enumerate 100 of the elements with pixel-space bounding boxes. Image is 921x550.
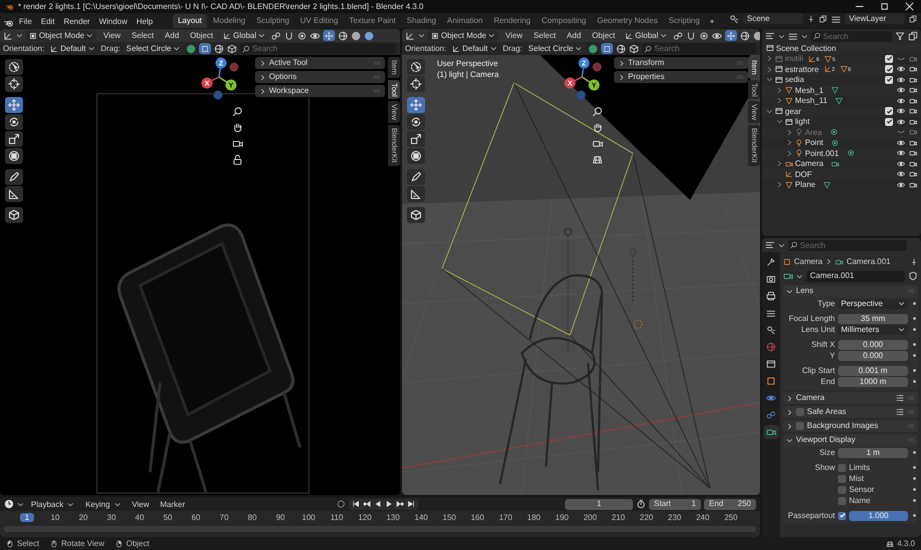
menu-item[interactable]: Keying (81, 498, 125, 511)
checkbox-label[interactable]: Limits (838, 462, 908, 472)
menu-item[interactable]: File (15, 15, 36, 28)
current-frame-marker[interactable]: 1 (20, 512, 34, 522)
add-workspace-button[interactable]: + (706, 15, 718, 28)
datablock-field[interactable]: Camera.001 (806, 270, 905, 282)
mode-dropdown[interactable]: Object Mode (428, 30, 498, 41)
number-field[interactable]: 0.001 m (838, 366, 908, 376)
workspace-tab[interactable]: Layout (172, 14, 207, 28)
section-header[interactable]: Lens (783, 285, 918, 297)
menu-item[interactable]: Select (530, 29, 560, 42)
workspace-tab[interactable]: Geometry Nodes (592, 14, 663, 28)
menu-item[interactable]: View (99, 29, 125, 42)
search-field[interactable]: Search (642, 43, 757, 54)
frame-number: 250 (724, 512, 738, 522)
viewport-info-text: (1) light | Camera (437, 70, 499, 80)
tree-item-label[interactable]: Camera (795, 159, 824, 168)
checkbox-label[interactable]: Sensor (838, 484, 908, 494)
section-header[interactable]: Camera (783, 392, 918, 404)
menu-item[interactable]: Object (588, 29, 620, 42)
transform-dropdown[interactable]: Global (220, 30, 268, 41)
tree-item-label[interactable]: Point (805, 138, 824, 148)
field-label: Y (828, 350, 835, 360)
workspace-tab[interactable]: Shading (402, 14, 442, 28)
panel-header[interactable]: Workspace (255, 85, 385, 97)
number-field[interactable]: 1000 m (838, 376, 908, 386)
orientation-label: Orientation: (405, 44, 446, 54)
workspace-tab[interactable]: Sculpting (251, 14, 294, 28)
number-field[interactable]: 0.000 (838, 350, 908, 360)
search-field[interactable]: Search (811, 30, 892, 42)
section-header[interactable]: Viewport Display (783, 434, 918, 446)
menu-item[interactable]: Window (94, 15, 132, 28)
number-field[interactable]: 0.000 (838, 340, 908, 350)
frame-number: 70 (218, 512, 230, 522)
menu-item[interactable]: Edit (36, 15, 59, 28)
menu-item[interactable]: Render (60, 15, 94, 28)
menu-item[interactable]: View (501, 29, 527, 42)
tree-item-label[interactable]: sedia (785, 75, 804, 84)
workspace-tab[interactable]: Scripting (664, 14, 705, 28)
workspace-tab[interactable]: Texture Paint (344, 14, 401, 28)
field-label: Focal Length (788, 314, 835, 324)
status-hint: Select (17, 538, 40, 548)
dropdown-field[interactable]: Perspective (838, 298, 908, 308)
transform-dropdown[interactable]: Global (622, 30, 670, 41)
start-frame-field[interactable]: Start 1 (649, 498, 701, 510)
frame-number: 20 (78, 512, 89, 522)
section-header[interactable]: Safe Areas (783, 406, 918, 418)
frame-number: 240 (696, 512, 710, 522)
frame-number: 80 (246, 512, 258, 522)
scene-field[interactable]: Scene (743, 13, 803, 24)
frame-number: 140 (414, 512, 428, 522)
tree-item-label[interactable]: Plane (795, 180, 816, 190)
menu-item[interactable]: Playback (27, 498, 78, 511)
menu-item[interactable]: View (128, 498, 154, 511)
menu-item[interactable]: Marker (156, 498, 190, 511)
orientation-dropdown[interactable]: Default (449, 43, 500, 54)
menu-item[interactable]: Object (186, 29, 218, 42)
panel-header[interactable]: Properties (614, 71, 748, 83)
panel-header[interactable]: Transform (614, 57, 748, 69)
checkbox-label[interactable]: Name (838, 496, 908, 506)
workspace-tab[interactable]: Rendering (488, 14, 536, 28)
number-field[interactable]: 1 m (838, 448, 908, 458)
tree-item-label[interactable]: Scene Collection (776, 44, 836, 53)
tree-item-label[interactable]: DOF (795, 170, 812, 179)
dropdown-field[interactable]: Millimeters (838, 324, 908, 334)
search-field[interactable]: Search (240, 43, 397, 54)
menu-item[interactable]: Add (160, 29, 184, 42)
field-label: Clip Start (801, 366, 835, 376)
frame-number: 120 (358, 512, 372, 522)
frame-number: 200 (583, 512, 598, 522)
checkbox-label[interactable]: Mist (838, 474, 908, 484)
workspace-tab[interactable]: Modeling (208, 14, 250, 28)
menu-item[interactable]: Add (562, 29, 586, 42)
search-field[interactable]: Search (788, 240, 907, 250)
view-layer-field[interactable]: ViewLayer (845, 13, 905, 24)
window-title: * render 2 lights.1 [C:\Users\gioel\Documents\- U N I\- CAD AD\- BLENDER\render 2 lights.1.blend] - Blender 4.3.0 (18, 2, 425, 12)
tree-item-label[interactable]: light (795, 117, 810, 126)
field-label: Show (814, 462, 835, 472)
menu-item[interactable]: Help (132, 15, 157, 28)
tree-item-label[interactable]: estrattore (785, 64, 819, 74)
tree-item-label[interactable]: Point.001 (805, 148, 839, 158)
slider-field[interactable]: 1.000 (849, 510, 908, 520)
mode-dropdown[interactable]: Object Mode (26, 30, 96, 41)
current-frame-field[interactable]: 1 (565, 498, 633, 510)
field-label: Shift X (810, 340, 835, 350)
frame-number: 220 (639, 512, 654, 522)
panel-header[interactable]: Active Tool (255, 57, 385, 69)
workspace-tab[interactable]: Animation (442, 14, 488, 28)
orientation-dropdown[interactable]: Default (47, 43, 98, 54)
section-header[interactable]: Background Images (783, 420, 918, 432)
panel-header[interactable]: Options (255, 71, 385, 83)
tree-item-label[interactable]: Mesh_11 (795, 96, 828, 106)
number-field[interactable]: 35 mm (838, 314, 908, 324)
breadcrumb-item: Camera.001 (846, 256, 890, 266)
tree-item-label[interactable]: gear (785, 106, 802, 116)
end-frame-field[interactable]: End 250 (704, 498, 756, 510)
workspace-tab[interactable]: Compositing (536, 14, 592, 28)
menu-item[interactable]: Select (128, 29, 158, 42)
tree-item-label[interactable]: Mesh_1 (795, 86, 824, 95)
workspace-tab[interactable]: UV Editing (295, 14, 344, 28)
